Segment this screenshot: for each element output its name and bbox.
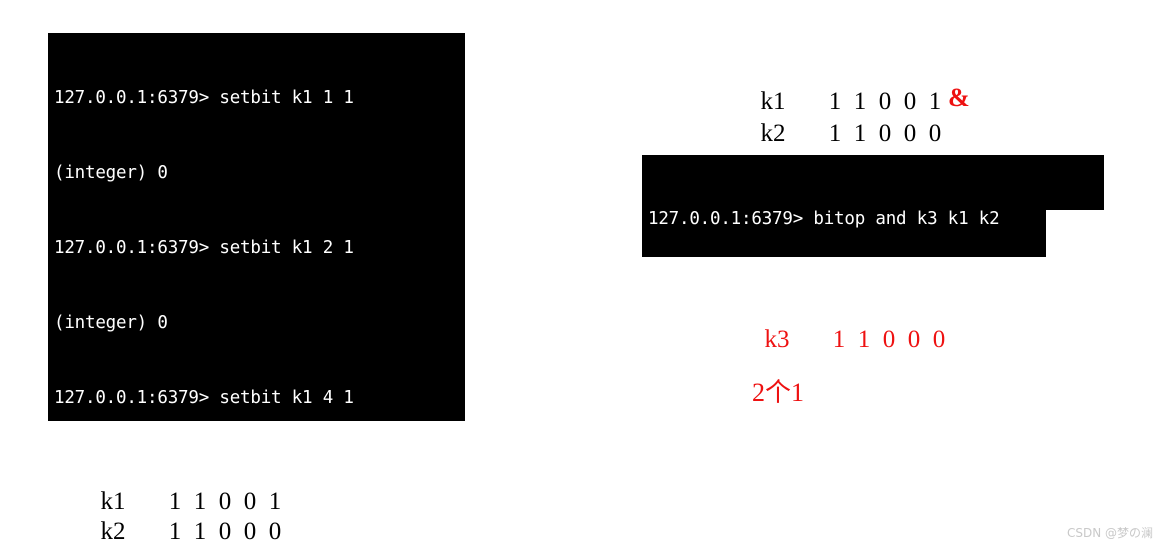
terminal-line: (integer) 2 [648,434,762,454]
terminal-line: 127.0.0.1:6379> bitop and k3 k1 k2 [648,209,1000,229]
bit-value: 0 [878,120,892,147]
terminal-line: 127.0.0.1:6379> setbit k1 4 1 [54,388,354,408]
annotation-k3-bits-result: k3 1 1 0 0 0 [752,298,952,354]
annotation-k2-bits-left: k2 1 1 0 0 0 [88,490,288,546]
bit-value: 0 [243,518,257,545]
annotation-bitcount-note: 2个1 [752,378,805,407]
bit-value: 0 [882,326,896,353]
annotation-k3-bit-list: 11000 [827,326,952,353]
bit-value: 0 [928,120,942,147]
annotation-k2-bit-list: 11000 [163,518,288,545]
annotation-k2-label: k2 [100,518,126,545]
terminal-line: 127.0.0.1:6379> setbit k1 1 1 [54,88,354,108]
terminal-line: (integer) 0 [54,163,168,183]
terminal-right[interactable]: 127.0.0.1:6379> bitop and k3 k1 k2 (inte… [642,155,1104,454]
watermark: CSDN @梦の澜 [1066,526,1153,540]
annotation-k2-label: k2 [760,120,786,147]
bit-value: 1 [828,120,842,147]
annotation-k2-bit-list: 11000 [823,120,948,147]
terminal-left[interactable]: 127.0.0.1:6379> setbit k1 1 1 (integer) … [48,33,465,421]
annotation-and-operator: & [948,83,970,112]
terminal-line: (integer) 0 [54,313,168,333]
bit-value: 0 [903,120,917,147]
bit-value: 1 [832,326,846,353]
bit-value: 1 [857,326,871,353]
bit-value: 0 [268,518,282,545]
annotation-k3-label: k3 [764,326,790,353]
bit-value: 1 [168,518,182,545]
terminal-line: 127.0.0.1:6379> bitcount k3 [648,359,928,379]
terminal-line: 127.0.0.1:6379> setbit k1 2 1 [54,238,354,258]
bit-value: 1 [853,120,867,147]
annotation-k2-bits-right: k2 1 1 0 0 0 [748,92,948,148]
bit-value: 0 [907,326,921,353]
bit-value: 0 [218,518,232,545]
bit-value: 0 [932,326,946,353]
bit-value: 1 [193,518,207,545]
